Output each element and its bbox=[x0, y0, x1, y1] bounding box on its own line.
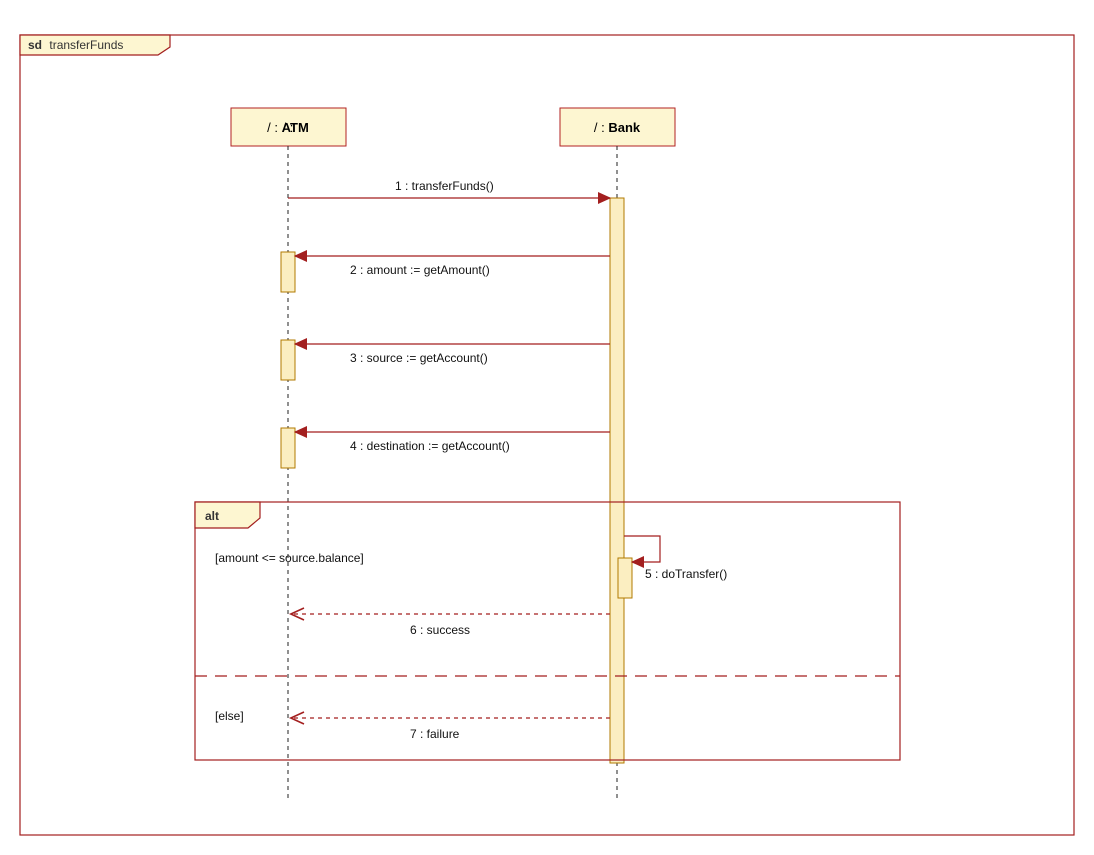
alt-label: alt bbox=[205, 509, 219, 523]
sequence-diagram: sd transferFunds / : / : ATM / : Bank 1 … bbox=[0, 0, 1094, 855]
bank-activation-self bbox=[618, 558, 632, 598]
lifeline-bank: / : Bank bbox=[560, 108, 675, 146]
atm-activation-4 bbox=[281, 428, 295, 468]
msg-2-label: 2 : amount := getAmount() bbox=[350, 263, 490, 277]
alt-guard-1: [amount <= source.balance] bbox=[215, 551, 364, 565]
msg-5-label: 5 : doTransfer() bbox=[645, 567, 727, 581]
msg-6-label: 6 : success bbox=[410, 623, 470, 637]
alt-frame bbox=[195, 502, 900, 760]
sd-frame bbox=[20, 35, 1074, 835]
svg-text:sd transferFunds: sd transferFunds bbox=[28, 38, 123, 52]
msg-1-label: 1 : transferFunds() bbox=[395, 179, 494, 193]
atm-activation-3 bbox=[281, 340, 295, 380]
lifeline-atm-full: / : ATM bbox=[267, 120, 309, 135]
lifeline-atm: / : / : ATM bbox=[231, 108, 346, 146]
sd-name: transferFunds bbox=[49, 38, 123, 52]
msg-7-label: 7 : failure bbox=[410, 727, 460, 741]
msg-4-label: 4 : destination := getAccount() bbox=[350, 439, 510, 453]
atm-activation-2 bbox=[281, 252, 295, 292]
alt-guard-2: [else] bbox=[215, 709, 244, 723]
bank-activation bbox=[610, 198, 624, 763]
sd-prefix: sd bbox=[28, 38, 42, 52]
svg-text:/ : Bank: / : Bank bbox=[594, 120, 641, 135]
msg-3-label: 3 : source := getAccount() bbox=[350, 351, 488, 365]
